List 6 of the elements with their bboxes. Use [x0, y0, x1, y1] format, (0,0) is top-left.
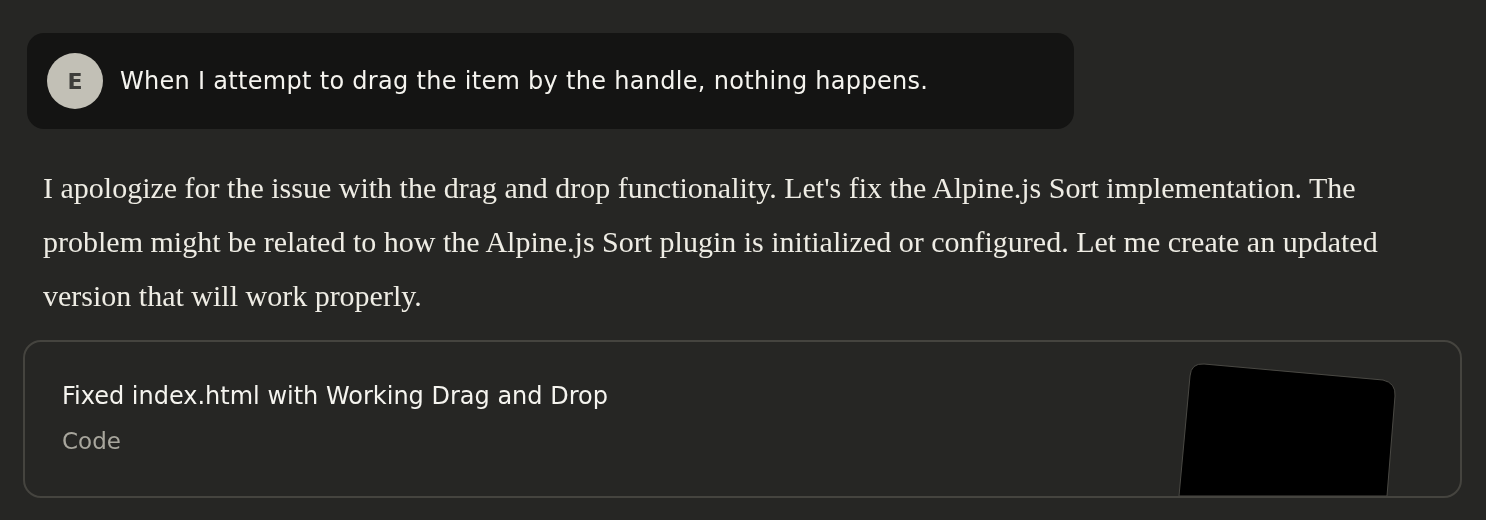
assistant-response-text: I apologize for the issue with the drag and drop functionality. Let's fix the Alpine.js Sort implementation. The problem might be related to how the Alpine.js Sort plugin is initialized or configured. Let me create an updated version that will work properly.	[43, 170, 1379, 314]
user-message-text: When I attempt to drag the item by the handle, nothing happens.	[120, 66, 929, 97]
artifact-type-label: Code	[62, 427, 122, 456]
user-avatar: E	[47, 53, 103, 109]
artifact-card[interactable]: Fixed index.html with Working Drag and Drop Code	[23, 340, 1462, 498]
artifact-title: Fixed index.html with Working Drag and Drop	[62, 381, 608, 412]
